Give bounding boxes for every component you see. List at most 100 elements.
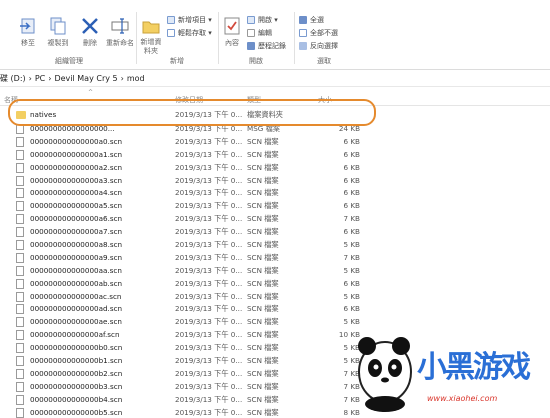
file-type: SCN 檔案: [247, 227, 279, 237]
file-size: 6 KB: [343, 201, 360, 211]
file-size: 5 KB: [343, 343, 360, 353]
new-item-button[interactable]: 新增項目 ▾: [167, 14, 212, 26]
open-button[interactable]: 開啟 ▾: [247, 14, 278, 26]
file-row[interactable]: 000000000000000a6.scn 2019/3/13 下午 0... SC…: [0, 212, 550, 225]
file-row[interactable]: 000000000000000aa.scn 2019/3/13 下午 0... SC…: [0, 264, 550, 277]
file-date: 2019/3/13 下午 0...: [175, 162, 243, 172]
copy-to-button[interactable]: 複製到: [42, 16, 74, 48]
edit-icon: [247, 29, 255, 37]
file-name: 000000000000000a1.scn: [30, 149, 123, 159]
properties-button[interactable]: 內容: [220, 16, 244, 48]
file-name: 000000000000000b4.scn: [30, 394, 123, 404]
file-date: 2019/3/13 下午 0...: [175, 214, 243, 224]
file-size: 6 KB: [343, 278, 360, 288]
file-size: 7 KB: [343, 252, 360, 262]
file-size: 6 KB: [343, 149, 360, 159]
open-group-label: 開啟: [249, 57, 263, 65]
file-icon: [16, 227, 24, 238]
file-icon: [16, 317, 24, 328]
invert-selection-label: 反向選擇: [310, 42, 338, 50]
new-group: 新增資料夾 新增項目 ▾ 輕鬆存取 ▾ 新增: [138, 10, 216, 68]
file-type: SCN 檔案: [247, 214, 279, 224]
file-row[interactable]: 000000000000000ab.scn 2019/3/13 下午 0... SC…: [0, 277, 550, 290]
delete-x-icon: [80, 16, 100, 36]
file-row[interactable]: 000000000000000a9.scn 2019/3/13 下午 0... SC…: [0, 251, 550, 264]
file-size: 6 KB: [343, 136, 360, 146]
file-size: 7 KB: [343, 394, 360, 404]
file-date: 2019/3/13 下午 0...: [175, 317, 243, 327]
move-to-icon: [18, 16, 38, 36]
file-size: 5 KB: [343, 240, 360, 250]
file-name: 000000000000000ab.scn: [30, 278, 123, 288]
history-button[interactable]: 歷程記錄: [247, 40, 286, 52]
file-icon: [16, 394, 24, 405]
file-type: SCN 檔案: [247, 356, 279, 366]
select-group: 全選 全部不選 反向選擇 選取: [296, 10, 352, 68]
file-row[interactable]: 000000000000000a7.scn 2019/3/13 下午 0... SC…: [0, 225, 550, 238]
select-group-label: 選取: [317, 57, 331, 65]
file-icon: [16, 304, 24, 315]
file-date: 2019/3/13 下午 0...: [175, 227, 243, 237]
file-size: 10 KB: [338, 330, 360, 340]
select-all-button[interactable]: 全選: [299, 14, 324, 26]
file-row[interactable]: 000000000000000a0.scn 2019/3/13 下午 0... SC…: [0, 135, 550, 148]
easy-access-icon: [167, 29, 175, 37]
file-icon: [16, 368, 24, 379]
breadcrumb-mod[interactable]: mod: [127, 74, 145, 83]
file-size: 5 KB: [343, 291, 360, 301]
invert-selection-button[interactable]: 反向選擇: [299, 40, 338, 52]
select-none-button[interactable]: 全部不選: [299, 27, 338, 39]
watermark-url: www.xiaohei.com: [427, 394, 498, 403]
file-row[interactable]: 000000000000000a4.scn 2019/3/13 下午 0... SC…: [0, 186, 550, 199]
file-name: 000000000000000a3.scn: [30, 175, 123, 185]
highlight-circle: [8, 99, 376, 126]
file-icon: [16, 356, 24, 367]
new-folder-button[interactable]: 新增資料夾: [138, 16, 164, 56]
new-folder-label: 新增資料夾: [140, 38, 162, 55]
file-type: SCN 檔案: [247, 278, 279, 288]
ribbon-divider: [136, 12, 137, 64]
file-row[interactable]: 000000000000000ac.scn 2019/3/13 下午 0... SC…: [0, 290, 550, 303]
organize-group-label: 組織管理: [55, 57, 83, 65]
file-type: SCN 檔案: [247, 394, 279, 404]
file-row[interactable]: 000000000000000ad.scn 2019/3/13 下午 0... SC…: [0, 302, 550, 315]
file-row[interactable]: 000000000000000a5.scn 2019/3/13 下午 0... SC…: [0, 199, 550, 212]
file-row[interactable]: 000000000000000a1.scn 2019/3/13 下午 0... SC…: [0, 148, 550, 161]
file-name: 000000000000000a0.scn: [30, 136, 123, 146]
easy-access-button[interactable]: 輕鬆存取 ▾: [167, 27, 212, 39]
breadcrumb-separator: ›: [28, 74, 32, 83]
file-size: 6 KB: [343, 175, 360, 185]
move-to-button[interactable]: 移至: [12, 16, 44, 48]
file-date: 2019/3/13 下午 0...: [175, 330, 243, 340]
new-item-icon: [167, 16, 175, 24]
file-icon: [16, 252, 24, 263]
file-size: 7 KB: [343, 214, 360, 224]
file-type: SCN 檔案: [247, 291, 279, 301]
file-date: 2019/3/13 下午 0...: [175, 291, 243, 301]
breadcrumb-separator: ›: [48, 74, 52, 83]
file-icon: [16, 214, 24, 225]
edit-button[interactable]: 編輯: [247, 27, 272, 39]
file-date: 2019/3/13 下午 0...: [175, 407, 243, 417]
breadcrumb-game[interactable]: Devil May Cry 5: [54, 74, 117, 83]
watermark: 小黑游戏 www.xiaohei.com: [355, 320, 550, 412]
breadcrumb-drive[interactable]: 碟 (D:): [0, 73, 26, 84]
file-icon: [16, 407, 24, 418]
file-icon: [16, 265, 24, 276]
file-date: 2019/3/13 下午 0...: [175, 278, 243, 288]
breadcrumb-pc[interactable]: PC: [35, 74, 45, 83]
file-row[interactable]: 000000000000000a2.scn 2019/3/13 下午 0... SC…: [0, 161, 550, 174]
new-group-label: 新增: [170, 57, 184, 65]
invert-selection-icon: [299, 42, 307, 50]
organize-group: 移至 複製到 刪除 重新命名 組織管理: [4, 10, 134, 68]
file-name: 000000000000000af.scn: [30, 330, 120, 340]
file-name: 000000000000000b0.scn: [30, 343, 123, 353]
rename-button[interactable]: 重新命名: [100, 16, 140, 48]
file-type: SCN 檔案: [247, 201, 279, 211]
select-all-icon: [299, 16, 307, 24]
file-type: SCN 檔案: [247, 252, 279, 262]
file-row[interactable]: 000000000000000a8.scn 2019/3/13 下午 0... SC…: [0, 238, 550, 251]
file-date: 2019/3/13 下午 0...: [175, 381, 243, 391]
history-icon: [247, 42, 255, 50]
file-row[interactable]: 000000000000000a3.scn 2019/3/13 下午 0... SC…: [0, 174, 550, 187]
